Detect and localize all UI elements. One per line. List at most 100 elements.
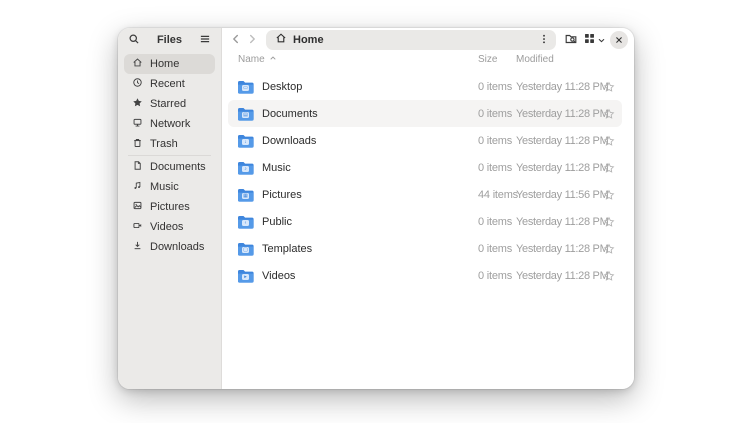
file-name-cell: ▸ Videos: [237, 269, 478, 283]
table-row-pictures[interactable]: ▦ Pictures 44 items Yesterday 11:56 PM: [228, 181, 622, 208]
table-row-desktop[interactable]: ▭ Desktop 0 items Yesterday 11:28 PM: [228, 73, 622, 100]
video-icon: [132, 220, 143, 234]
file-size: 0 items: [478, 270, 516, 282]
sidebar-divider: [128, 155, 211, 156]
folder-emblem: ‹: [242, 220, 249, 226]
folder-icon: ♪: [237, 161, 254, 175]
folder-icon: ▦: [237, 188, 254, 202]
folder-icon: ▤: [237, 107, 254, 121]
chevron-down-icon: [597, 33, 606, 48]
sidebar-item-label: Network: [150, 118, 190, 130]
path-bar[interactable]: Home: [266, 30, 556, 50]
sidebar-item-home[interactable]: Home: [124, 54, 215, 74]
star-toggle[interactable]: [596, 108, 622, 120]
file-modified: Yesterday 11:56 PM: [516, 189, 596, 201]
column-header-name[interactable]: Name: [238, 54, 478, 65]
hamburger-menu-icon: [199, 33, 211, 48]
document-icon: [132, 160, 143, 174]
close-icon: [610, 31, 628, 49]
table-row-public[interactable]: ‹ Public 0 items Yesterday 11:28 PM: [228, 208, 622, 235]
star-toggle[interactable]: [596, 216, 622, 228]
home-icon: [132, 57, 143, 71]
folder-emblem: ▤: [242, 112, 249, 118]
folder-icon: ‹: [237, 215, 254, 229]
star-toggle[interactable]: [596, 243, 622, 255]
sidebar-item-pictures[interactable]: Pictures: [124, 197, 215, 217]
picture-icon: [132, 200, 143, 214]
star-toggle[interactable]: [596, 270, 622, 282]
sidebar-item-documents[interactable]: Documents: [124, 157, 215, 177]
file-modified: Yesterday 11:28 PM: [516, 243, 596, 255]
table-row-videos[interactable]: ▸ Videos 0 items Yesterday 11:28 PM: [228, 262, 622, 289]
table-row-downloads[interactable]: ↓ Downloads 0 items Yesterday 11:28 PM: [228, 127, 622, 154]
files-window: Files Home Recent Starred Net: [118, 28, 634, 389]
star-toggle[interactable]: [596, 162, 622, 174]
folder-icon: ▭: [237, 80, 254, 94]
search-button[interactable]: [126, 31, 142, 49]
main-menu-button[interactable]: [197, 31, 213, 49]
file-size: 44 items: [478, 189, 516, 201]
sidebar-item-trash[interactable]: Trash: [124, 134, 215, 154]
file-size: 0 items: [478, 216, 516, 228]
table-row-documents[interactable]: ▤ Documents 0 items Yesterday 11:28 PM: [228, 100, 622, 127]
table-row-templates[interactable]: ▢ Templates 0 items Yesterday 11:28 PM: [228, 235, 622, 262]
file-name: Pictures: [262, 189, 302, 201]
file-size: 0 items: [478, 108, 516, 120]
star-toggle[interactable]: [596, 135, 622, 147]
folder-icon: ↓: [237, 134, 254, 148]
grid-view-icon: [583, 32, 596, 48]
star-toggle[interactable]: [596, 81, 622, 93]
sidebar-item-label: Pictures: [150, 201, 190, 213]
sidebar: Files Home Recent Starred Net: [118, 28, 222, 389]
folder-search-icon: [564, 32, 578, 49]
star-toggle[interactable]: [596, 189, 622, 201]
table-row-music[interactable]: ♪ Music 0 items Yesterday 11:28 PM: [228, 154, 622, 181]
file-name: Templates: [262, 243, 312, 255]
forward-button[interactable]: [244, 31, 260, 49]
sidebar-item-label: Music: [150, 181, 179, 193]
header-bar: Home: [222, 28, 634, 50]
name-column-label: Name: [238, 54, 265, 65]
sidebar-item-recent[interactable]: Recent: [124, 74, 215, 94]
sidebar-item-label: Starred: [150, 98, 186, 110]
home-icon: [275, 31, 287, 49]
sidebar-header: Files: [118, 28, 221, 50]
column-headers: Name Size Modified: [228, 50, 622, 68]
file-modified: Yesterday 11:28 PM: [516, 162, 596, 174]
folder-emblem: ▭: [242, 85, 249, 91]
sidebar-item-label: Videos: [150, 221, 183, 233]
sidebar-item-label: Recent: [150, 78, 185, 90]
folder-icon: ▢: [237, 242, 254, 256]
current-location-label: Home: [293, 34, 536, 46]
chevron-left-icon: [229, 32, 243, 49]
folder-emblem: ▦: [242, 193, 249, 199]
file-modified: Yesterday 11:28 PM: [516, 108, 596, 120]
sidebar-item-starred[interactable]: Starred: [124, 94, 215, 114]
network-icon: [132, 117, 143, 131]
sidebar-item-network[interactable]: Network: [124, 114, 215, 134]
location-menu-button[interactable]: [536, 31, 552, 49]
sidebar-item-downloads[interactable]: Downloads: [124, 237, 215, 257]
column-header-modified[interactable]: Modified: [516, 54, 596, 65]
sidebar-item-music[interactable]: Music: [124, 177, 215, 197]
sidebar-item-videos[interactable]: Videos: [124, 217, 215, 237]
file-name-cell: ▭ Desktop: [237, 80, 478, 94]
clock-icon: [132, 77, 143, 91]
file-name: Documents: [262, 108, 318, 120]
back-button[interactable]: [228, 31, 244, 49]
chevron-right-icon: [245, 32, 259, 49]
file-modified: Yesterday 11:28 PM: [516, 270, 596, 282]
file-name-cell: ▢ Templates: [237, 242, 478, 256]
view-toggle-button[interactable]: [580, 30, 608, 50]
file-name-cell: ▤ Documents: [237, 107, 478, 121]
kebab-menu-icon: [538, 33, 550, 48]
trash-icon: [132, 137, 143, 151]
column-header-size[interactable]: Size: [478, 54, 516, 65]
search-icon: [128, 33, 140, 48]
file-modified: Yesterday 11:28 PM: [516, 81, 596, 93]
file-size: 0 items: [478, 81, 516, 93]
folder-emblem: ↓: [242, 139, 249, 145]
search-everywhere-button[interactable]: [562, 30, 580, 50]
file-name-cell: ♪ Music: [237, 161, 478, 175]
close-window-button[interactable]: [608, 30, 630, 50]
